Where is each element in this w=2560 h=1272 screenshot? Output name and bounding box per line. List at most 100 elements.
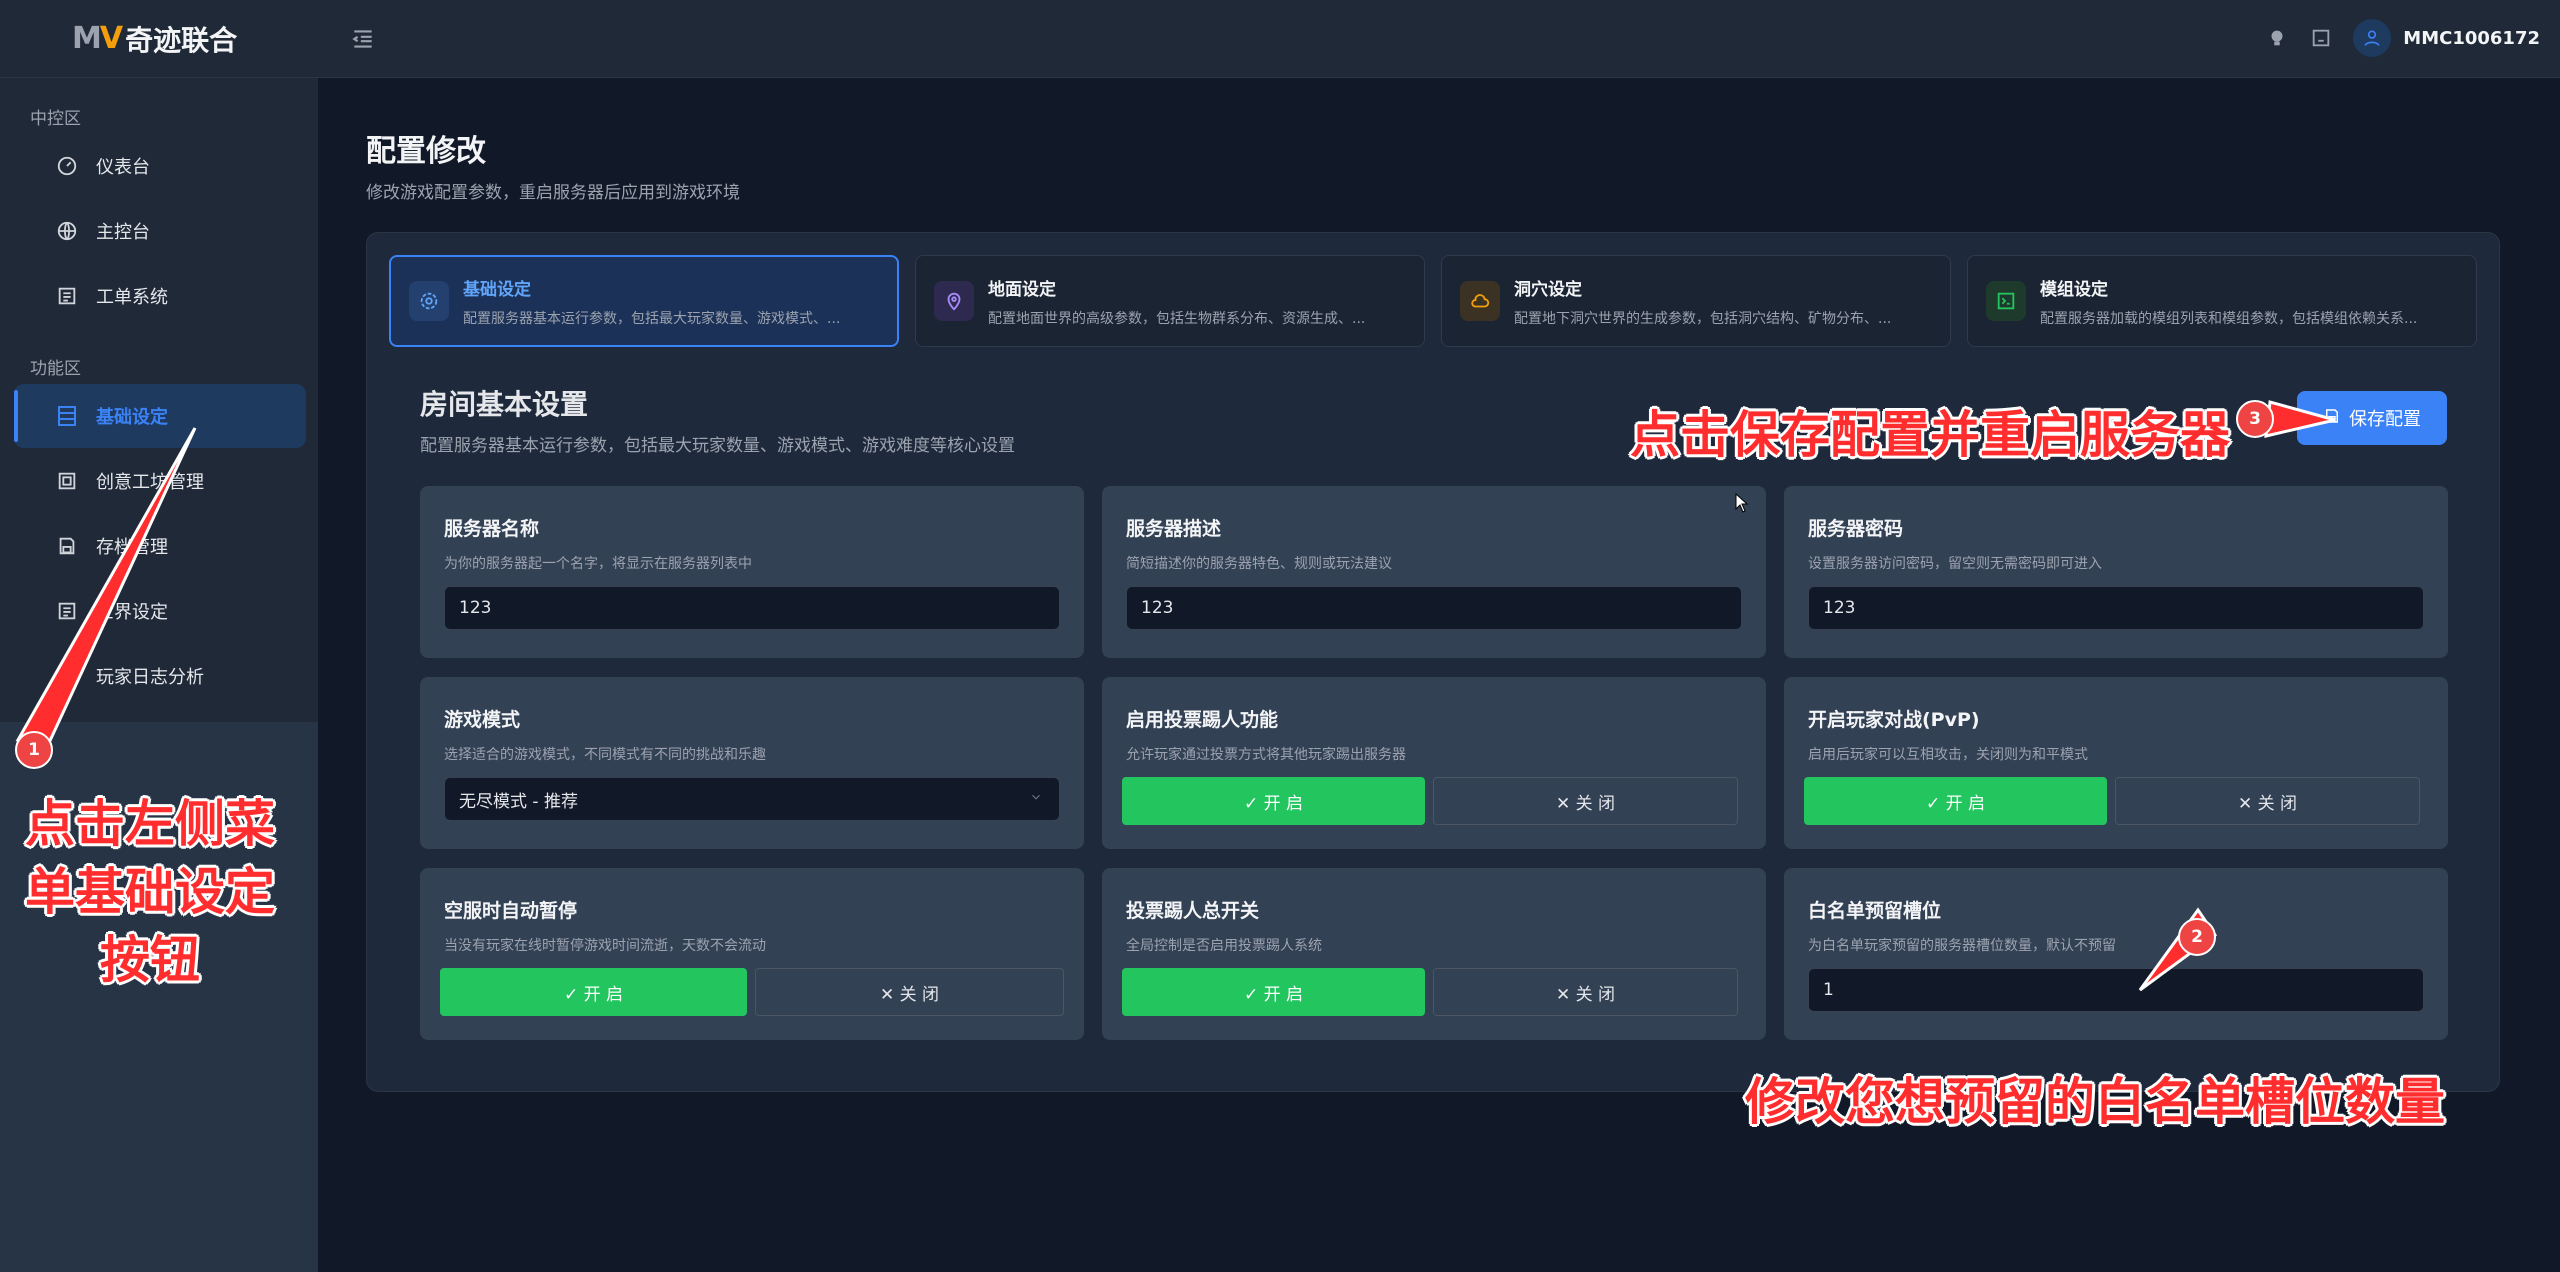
section-label-function: 功能区 <box>30 359 81 379</box>
tab-caves[interactable]: 洞穴设定配置地下洞穴世界的生成参数，包括洞穴结构、矿物分布、... <box>1441 255 1951 347</box>
card-title: 服务器密码 <box>1808 518 1904 540</box>
card-title: 启用投票踢人功能 <box>1126 709 1279 731</box>
sidebar-item-tickets[interactable]: 工单系统 <box>14 264 306 328</box>
sidebar-item-world[interactable]: 世界设定 <box>14 579 306 643</box>
card-title: 服务器描述 <box>1126 518 1222 540</box>
vote-master-toggle: ✓ 开 启 ✕ 关 闭 <box>1122 968 1738 1016</box>
card-desc: 允许玩家通过投票方式将其他玩家踢出服务器 <box>1126 747 1406 763</box>
pause-empty-toggle: ✓ 开 启 ✕ 关 闭 <box>440 968 1064 1016</box>
page-subtitle: 修改游戏配置参数，重启服务器后应用到游戏环境 <box>366 183 740 203</box>
card-desc: 设置服务器访问密码，留空则无需密码即可进入 <box>1808 556 2102 572</box>
tab-title: 地面设定 <box>988 279 1056 300</box>
annotation-3: 点击保存配置并重启服务器 <box>1630 406 2230 464</box>
topbar-actions: MMC1006172 <box>2265 19 2540 57</box>
card-server-password: 服务器密码 设置服务器访问密码，留空则无需密码即可进入 123 <box>1784 486 2448 658</box>
sidebar-item-basic-settings[interactable]: 基础设定 <box>14 384 306 448</box>
tab-desc: 配置地面世界的高级参数，包括生物群系分布、资源生成、... <box>988 310 1366 327</box>
map-pin-icon <box>934 281 974 321</box>
server-name-input[interactable]: 123 <box>444 586 1060 630</box>
tab-title: 基础设定 <box>463 279 531 300</box>
vote-kick-toggle: ✓ 开 启 ✕ 关 闭 <box>1122 777 1738 825</box>
save-config-label: 保存配置 <box>2349 409 2421 430</box>
card-desc: 为你的服务器起一个名字，将显示在服务器列表中 <box>444 556 752 572</box>
annotation-badge-1: 1 <box>15 731 53 769</box>
terminal-icon <box>1986 281 2026 321</box>
globe-icon <box>54 218 80 244</box>
card-title: 投票踢人总开关 <box>1126 900 1260 922</box>
sidebar-item-label: 仪表台 <box>96 157 150 178</box>
sidebar-item-dashboard[interactable]: 仪表台 <box>14 134 306 198</box>
card-title: 开启玩家对战(PvP) <box>1808 709 1980 731</box>
sidebar-item-workshop[interactable]: 创意工坊管理 <box>14 449 306 513</box>
annotation-1-line-3: 按钮 <box>100 931 200 989</box>
card-whitelist-slots: 白名单预留槽位 为白名单玩家预留的服务器槽位数量，默认不预留 1 <box>1784 868 2448 1040</box>
pause-empty-off-button[interactable]: ✕ 关 闭 <box>755 968 1064 1016</box>
config-panel: 基础设定配置服务器基本运行参数，包括最大玩家数量、游戏模式、... 地面设定配置… <box>366 232 2500 1092</box>
lightbulb-icon[interactable] <box>2265 26 2289 50</box>
sidebar-item-label: 玩家日志分析 <box>96 667 204 688</box>
whitelist-slots-input[interactable]: 1 <box>1808 968 2424 1012</box>
tab-ground[interactable]: 地面设定配置地面世界的高级参数，包括生物群系分布、资源生成、... <box>915 255 1425 347</box>
save-config-button[interactable]: 保存配置 <box>2297 391 2447 445</box>
card-vote-kick: 启用投票踢人功能 允许玩家通过投票方式将其他玩家踢出服务器 ✓ 开 启 ✕ 关 … <box>1102 677 1766 849</box>
card-vote-master: 投票踢人总开关 全局控制是否启用投票踢人系统 ✓ 开 启 ✕ 关 闭 <box>1102 868 1766 1040</box>
vote-kick-on-button[interactable]: ✓ 开 启 <box>1122 777 1425 825</box>
section-subtitle: 配置服务器基本运行参数，包括最大玩家数量、游戏模式、游戏难度等核心设置 <box>420 436 1015 456</box>
card-game-mode: 游戏模式 选择适合的游戏模式，不同模式有不同的挑战和乐趣 无尽模式 - 推荐 <box>420 677 1084 849</box>
annotation-badge-3: 3 <box>2236 400 2274 438</box>
sidebar-item-player-logs[interactable]: 玩家日志分析 <box>14 644 306 708</box>
sidebar-item-label: 工单系统 <box>96 287 168 308</box>
card-desc: 选择适合的游戏模式，不同模式有不同的挑战和乐趣 <box>444 747 766 763</box>
vote-kick-off-button[interactable]: ✕ 关 闭 <box>1433 777 1738 825</box>
card-desc: 简短描述你的服务器特色、规则或玩法建议 <box>1126 556 1392 572</box>
pvp-on-button[interactable]: ✓ 开 启 <box>1804 777 2107 825</box>
annotation-1-line-1: 点击左侧菜 <box>25 795 275 853</box>
card-title: 空服时自动暂停 <box>444 900 578 922</box>
brand-logo[interactable]: MV 奇迹联合 <box>0 0 318 78</box>
sidebar-item-label: 世界设定 <box>96 602 168 623</box>
pvp-off-button[interactable]: ✕ 关 闭 <box>2115 777 2420 825</box>
card-desc: 当没有玩家在线时暂停游戏时间流逝，天数不会流动 <box>444 938 766 954</box>
server-password-input[interactable]: 123 <box>1808 586 2424 630</box>
game-mode-value: 无尽模式 - 推荐 <box>459 791 578 812</box>
card-pvp: 开启玩家对战(PvP) 启用后玩家可以互相攻击，关闭则为和平模式 ✓ 开 启 ✕… <box>1784 677 2448 849</box>
card-title: 白名单预留槽位 <box>1808 900 1942 922</box>
gauge-icon <box>54 153 80 179</box>
tab-desc: 配置服务器加载的模组列表和模组参数，包括模组依赖关系... <box>2040 310 2418 327</box>
vote-master-on-button[interactable]: ✓ 开 启 <box>1122 968 1425 1016</box>
sidebar-item-label: 创意工坊管理 <box>96 472 204 493</box>
log-icon <box>54 663 80 689</box>
menu-collapse-icon[interactable] <box>350 26 376 52</box>
robot-icon[interactable] <box>2309 26 2333 50</box>
chevron-down-icon <box>1029 789 1043 809</box>
card-title: 游戏模式 <box>444 709 521 731</box>
avatar[interactable] <box>2353 19 2392 57</box>
save-icon <box>54 533 80 559</box>
tab-title: 洞穴设定 <box>1514 279 1582 300</box>
tab-basic[interactable]: 基础设定配置服务器基本运行参数，包括最大玩家数量、游戏模式、... <box>389 255 899 347</box>
annotation-badge-2: 2 <box>2178 918 2216 956</box>
tab-mods[interactable]: 模组设定配置服务器加载的模组列表和模组参数，包括模组依赖关系... <box>1967 255 2477 347</box>
pause-empty-on-button[interactable]: ✓ 开 启 <box>440 968 747 1016</box>
sidebar-item-console[interactable]: 主控台 <box>14 199 306 263</box>
card-pause-empty: 空服时自动暂停 当没有玩家在线时暂停游戏时间流逝，天数不会流动 ✓ 开 启 ✕ … <box>420 868 1084 1040</box>
mouse-cursor-icon <box>1735 493 1749 513</box>
username[interactable]: MMC1006172 <box>2403 28 2540 49</box>
save-icon <box>2323 407 2341 430</box>
tab-desc: 配置地下洞穴世界的生成参数，包括洞穴结构、矿物分布、... <box>1514 310 1892 327</box>
sidebar: MV 奇迹联合 中控区 仪表台 主控台 工单系统 功能区 基础设定 创意工坊管理… <box>0 0 318 1272</box>
server-desc-input[interactable]: 123 <box>1126 586 1742 630</box>
card-server-name: 服务器名称 为你的服务器起一个名字，将显示在服务器列表中 123 <box>420 486 1084 658</box>
card-desc: 全局控制是否启用投票踢人系统 <box>1126 938 1322 954</box>
sidebar-item-saves[interactable]: 存档管理 <box>14 514 306 578</box>
annotation-1-line-2: 单基础设定 <box>25 863 275 921</box>
list-icon <box>54 598 80 624</box>
game-mode-select[interactable]: 无尽模式 - 推荐 <box>444 777 1060 821</box>
section-title: 房间基本设置 <box>420 388 589 421</box>
tab-desc: 配置服务器基本运行参数，包括最大玩家数量、游戏模式、... <box>463 310 841 327</box>
topbar: MMC1006172 <box>318 0 2560 78</box>
tab-title: 模组设定 <box>2040 279 2108 300</box>
workshop-icon <box>54 468 80 494</box>
vote-master-off-button[interactable]: ✕ 关 闭 <box>1433 968 1738 1016</box>
annotation-2: 修改您想预留的白名单槽位数量 <box>1745 1073 2445 1131</box>
